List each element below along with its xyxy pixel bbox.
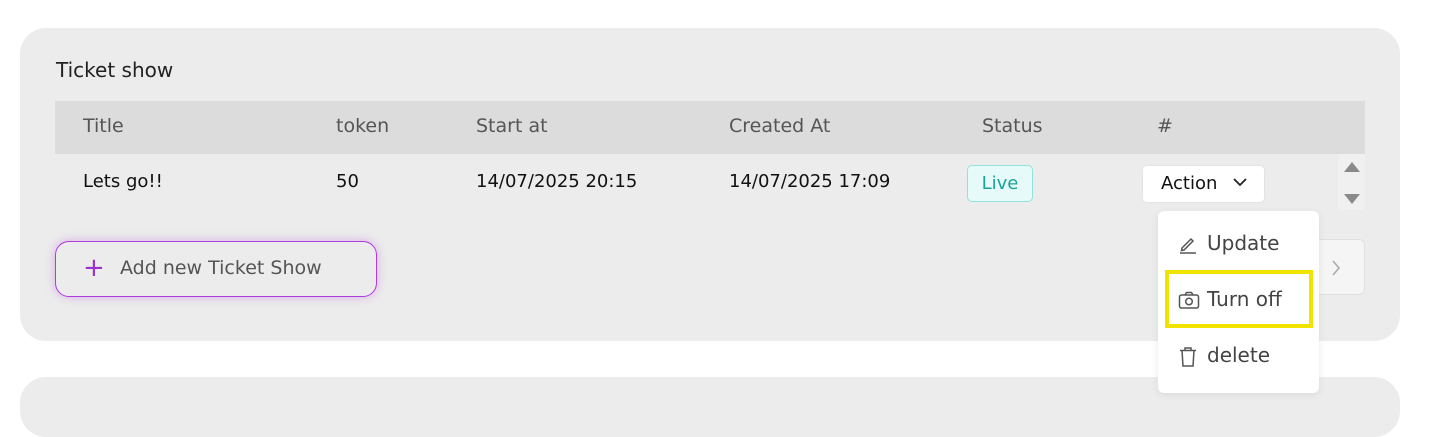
highlight-box	[1165, 270, 1313, 328]
cell-created-at: 14/07/2025 17:09	[729, 171, 891, 192]
status-badge: Live	[967, 165, 1033, 202]
chevron-down-icon	[1233, 178, 1247, 187]
add-button-label: Add new Ticket Show	[120, 257, 322, 279]
column-status: Status	[982, 115, 1043, 137]
menu-item-label: Update	[1207, 231, 1280, 255]
table-scrollbar[interactable]	[1338, 101, 1365, 210]
action-dropdown-button[interactable]: Action	[1142, 165, 1265, 203]
scroll-up-icon[interactable]	[1344, 162, 1360, 172]
chevron-right-icon	[1332, 260, 1341, 276]
add-ticket-show-button[interactable]: + Add new Ticket Show	[55, 241, 377, 297]
plus-icon: +	[83, 253, 105, 283]
cell-start-at: 14/07/2025 20:15	[476, 171, 638, 192]
column-token: token	[336, 115, 390, 137]
action-button-label: Action	[1161, 173, 1218, 194]
column-actions: #	[1157, 115, 1173, 137]
column-start-at: Start at	[476, 115, 548, 137]
pencil-icon	[1180, 237, 1196, 254]
trash-icon	[1180, 347, 1196, 367]
cell-title: Lets go!!	[83, 171, 163, 192]
menu-item-label: delete	[1207, 343, 1271, 367]
table-header: Title token Start at Created At Status #	[55, 101, 1338, 154]
cell-token: 50	[336, 171, 359, 192]
scroll-down-icon[interactable]	[1344, 194, 1360, 204]
column-created-at: Created At	[729, 115, 831, 137]
column-title: Title	[83, 115, 124, 137]
card-title: Ticket show	[56, 58, 174, 82]
